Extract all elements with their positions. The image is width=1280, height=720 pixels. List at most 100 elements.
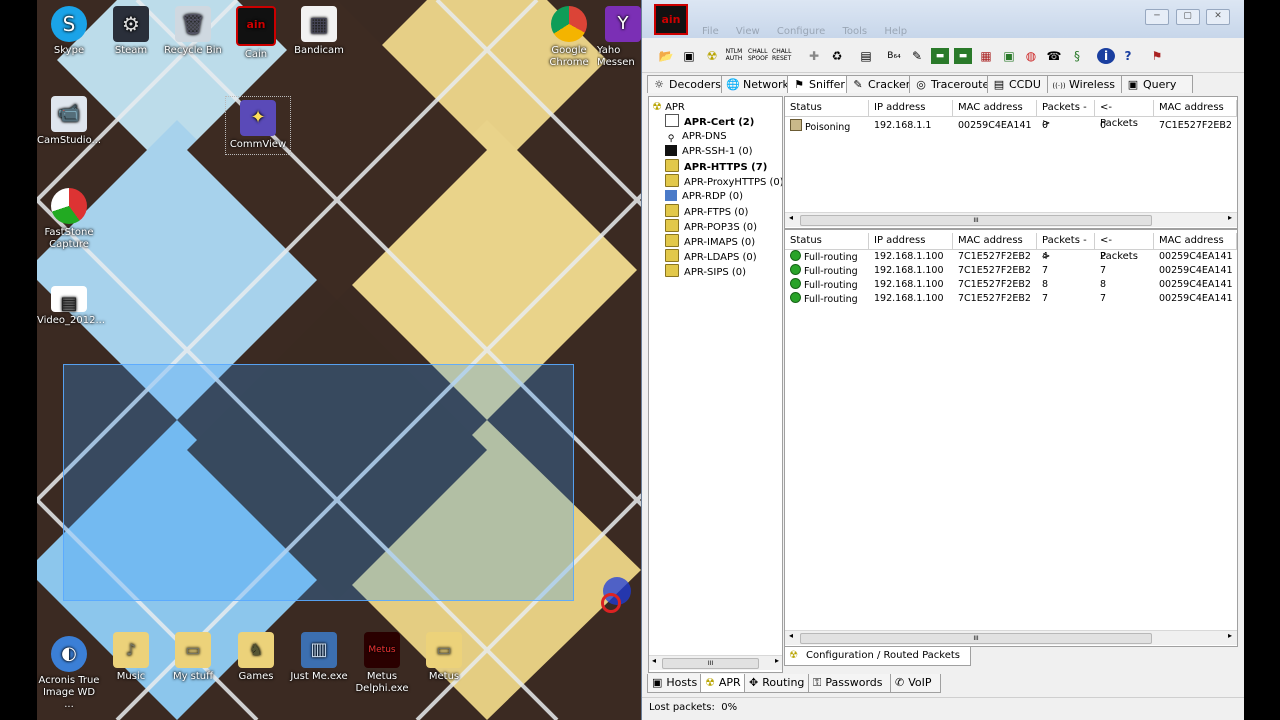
desktop-icon-just-me[interactable]: ▥ Just Me.exe (287, 632, 351, 683)
tab-query[interactable]: ▣ Query (1121, 75, 1193, 93)
col-ip-address[interactable]: IP address (869, 233, 953, 249)
tree-item-apr-ldaps[interactable]: APR-LDAPS (0) (665, 249, 757, 264)
col-packets-in[interactable]: <- Packets (1095, 233, 1154, 262)
col-packets-in[interactable]: <- Packets (1095, 100, 1154, 129)
desktop-icon-music[interactable]: ♪ Music (99, 632, 163, 683)
network-card-icon[interactable]: ▣ (680, 48, 698, 64)
tree-root-apr[interactable]: ☢ APR (652, 99, 685, 114)
col-status[interactable]: Status (785, 233, 869, 249)
ntlm-icon[interactable]: NTLM AUTH (725, 48, 743, 64)
menu-tools[interactable]: Tools (843, 26, 868, 37)
col-packets-out[interactable]: Packets -> (1037, 233, 1095, 262)
terminal-icon[interactable]: ▬ (931, 48, 949, 64)
col-mac-address-2[interactable]: MAC address (1154, 100, 1237, 116)
desktop-icon-games[interactable]: ♞ Games (224, 632, 288, 683)
tab-routing[interactable]: ✥ Routing (744, 674, 810, 693)
table-row[interactable]: Full-routing 192.168.1.100 7C1E527F2EB2 … (785, 278, 1237, 292)
tab-voip[interactable]: ✆ VoIP (890, 674, 941, 693)
tab-ccdu[interactable]: ▤ CCDU (987, 75, 1049, 93)
close-button[interactable]: ✕ (1206, 9, 1230, 25)
menu-help[interactable]: Help (884, 26, 907, 37)
top-horizontal-scrollbar[interactable]: ◂ III ▸ (785, 212, 1237, 227)
calc-icon[interactable]: ▣ (1000, 48, 1018, 64)
col-mac-address-2[interactable]: MAC address (1154, 233, 1237, 249)
desktop-icon-skype[interactable]: S Skype (37, 6, 101, 57)
scroll-left-icon[interactable]: ◂ (652, 656, 656, 665)
tab-configuration-routed-packets[interactable]: ☢ Configuration / Routed Packets (784, 647, 971, 666)
certificate-icon[interactable]: ♻ (828, 48, 846, 64)
scroll-right-icon[interactable]: ▸ (1228, 631, 1232, 640)
bottom-horizontal-scrollbar[interactable]: ◂ III ▸ (785, 630, 1237, 645)
flag-icon[interactable]: ⚑ (1148, 48, 1166, 64)
tab-decoders[interactable]: ☼ Decoders (647, 75, 723, 93)
col-mac-address[interactable]: MAC address (953, 100, 1037, 116)
open-icon[interactable]: 📂 (657, 48, 675, 64)
apr-tree-panel[interactable]: ☢ APR APR-Cert (2) ⚲ APR-DNS APR-SSH-1 (0… (648, 96, 783, 673)
tree-item-apr-imaps[interactable]: APR-IMAPS (0) (665, 234, 755, 249)
tree-item-apr-rdp[interactable]: APR-RDP (0) (665, 189, 743, 204)
title-bar[interactable]: ain File View Configure Tools Help ─ ▢ ✕ (642, 0, 1244, 38)
desktop-icon-yahoo-messenger[interactable]: Y Yaho Messen (597, 6, 641, 69)
tree-item-apr-proxyhttps[interactable]: APR-ProxyHTTPS (0) (665, 174, 782, 189)
tree-item-apr-pop3s[interactable]: APR-POP3S (0) (665, 219, 757, 234)
cain-window[interactable]: ain File View Configure Tools Help ─ ▢ ✕… (641, 0, 1244, 720)
tree-horizontal-scrollbar[interactable]: ◂ III ▸ (649, 655, 782, 670)
desktop-icon-metus[interactable]: ▭ Metus (412, 632, 476, 683)
decode-icon[interactable]: ✎ (908, 48, 926, 64)
menu-file[interactable]: File (702, 26, 719, 37)
col-packets-out[interactable]: Packets -> (1037, 100, 1095, 129)
scroll-thumb[interactable]: III (800, 215, 1152, 226)
menu-view[interactable]: View (736, 26, 760, 37)
scroll-thumb[interactable]: III (800, 633, 1152, 644)
scroll-thumb[interactable]: III (662, 658, 759, 669)
scroll-left-icon[interactable]: ◂ (789, 631, 793, 640)
maximize-button[interactable]: ▢ (1175, 9, 1200, 25)
voip-icon[interactable]: ☎ (1045, 48, 1063, 64)
apr-icon[interactable]: ☢ (703, 48, 721, 64)
tab-passwords[interactable]: ⚿ Passwords (808, 674, 892, 693)
table-row[interactable]: Full-routing 192.168.1.100 7C1E527F2EB2 … (785, 292, 1237, 306)
scroll-right-icon[interactable]: ▸ (775, 656, 779, 665)
desktop-icon-faststone-capture[interactable]: FastStone Capture (37, 188, 101, 251)
routing-list[interactable]: Status IP address MAC address Packets ->… (784, 229, 1238, 647)
scroll-right-icon[interactable]: ▸ (1228, 213, 1232, 222)
tree-item-apr-sips[interactable]: APR-SIPS (0) (665, 264, 746, 279)
table-row[interactable]: Poisoning 192.168.1.1 00259C4EA141 0 0 7… (785, 119, 1237, 133)
tab-wireless[interactable]: ((·)) Wireless (1047, 75, 1123, 93)
tab-apr[interactable]: ☢ APR (700, 674, 746, 693)
tree-item-apr-ftps[interactable]: APR-FTPS (0) (665, 204, 748, 219)
chall-reset-icon[interactable]: CHALL RESET (772, 48, 792, 64)
route-icon[interactable]: ◍ (1022, 48, 1040, 64)
tab-sniffer[interactable]: ⚑ Sniffer (787, 75, 848, 93)
desktop-icon-bandicam[interactable]: ▦ Bandicam (287, 6, 351, 57)
col-mac-address[interactable]: MAC address (953, 233, 1037, 249)
desktop-icon-video[interactable]: ▤ Video_2012... (37, 286, 105, 327)
add-icon[interactable]: ✚ (805, 48, 823, 64)
desktop-icon-recycle-bin[interactable]: 🗑 Recycle Bin (161, 6, 225, 57)
tree-item-apr-ssh[interactable]: APR-SSH-1 (0) (665, 144, 753, 159)
desktop[interactable]: S Skype ⚙ Steam 🗑 Recycle Bin ain Cain ▦… (37, 0, 641, 720)
desktop-icon-commview[interactable]: ✦ CommView (225, 96, 291, 155)
desktop-icon-acronis[interactable]: ◐ Acronis True Image WD ... (37, 636, 101, 711)
desktop-icon-cain[interactable]: ain Cain (224, 6, 288, 61)
hex-icon[interactable]: ▦ (977, 48, 995, 64)
tree-item-apr-cert[interactable]: APR-Cert (2) (665, 114, 754, 129)
tab-traceroute[interactable]: ◎ Traceroute (909, 75, 989, 93)
desktop-icon-steam[interactable]: ⚙ Steam (99, 6, 163, 57)
table-row[interactable]: Full-routing 192.168.1.100 7C1E527F2EB2 … (785, 250, 1237, 264)
tree-item-apr-https[interactable]: APR-HTTPS (7) (665, 159, 767, 174)
table-row[interactable]: Full-routing 192.168.1.100 7C1E527F2EB2 … (785, 264, 1237, 278)
desktop-icon-google-chrome[interactable]: Google Chrome (537, 6, 601, 69)
tab-hosts[interactable]: ▣ Hosts (647, 674, 702, 693)
tab-network[interactable]: 🌐 Network (721, 75, 789, 93)
desktop-icon-my-stuff[interactable]: ▭ My stuff (161, 632, 225, 683)
base64-icon[interactable]: B₆₄ (885, 48, 903, 64)
chall-icon[interactable]: CHALL SPOOF (748, 48, 768, 64)
tree-item-apr-dns[interactable]: ⚲ APR-DNS (665, 129, 727, 144)
scroll-left-icon[interactable]: ◂ (789, 213, 793, 222)
minimize-button[interactable]: ─ (1145, 9, 1169, 25)
save-icon[interactable]: ▤ (857, 48, 875, 64)
menu-configure[interactable]: Configure (777, 26, 825, 37)
hash-icon[interactable]: ▬ (954, 48, 972, 64)
col-ip-address[interactable]: IP address (869, 100, 953, 116)
